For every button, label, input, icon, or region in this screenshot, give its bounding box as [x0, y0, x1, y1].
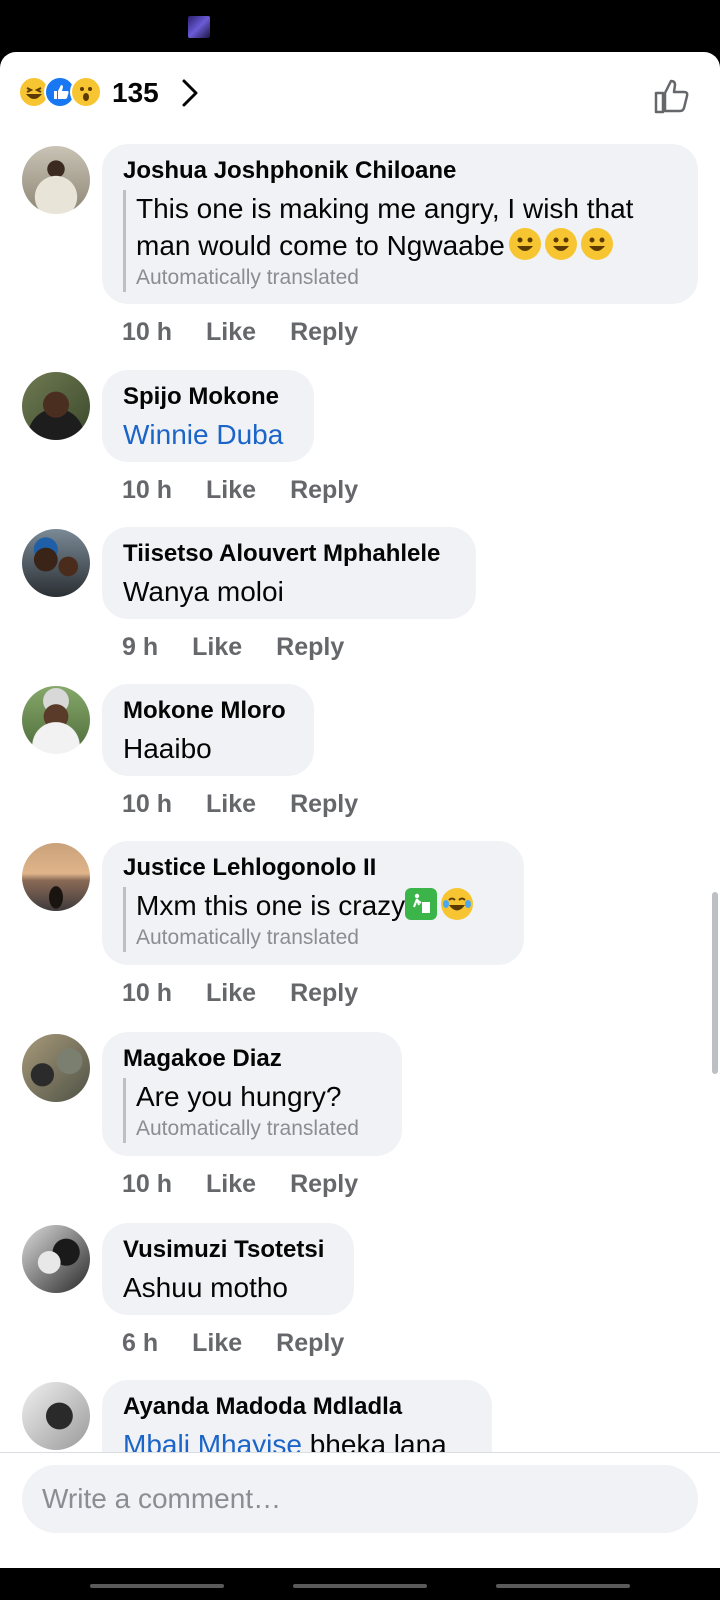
reply-button[interactable]: Reply [290, 979, 358, 1007]
comment-bubble[interactable]: Spijo Mokone Winnie Duba [102, 370, 314, 462]
comment-time: 10 h [122, 979, 173, 1007]
reply-button[interactable]: Reply [290, 1170, 358, 1198]
comment-bubble[interactable]: Vusimuzi Tsotetsi Ashuu motho [102, 1223, 354, 1315]
comment-author[interactable]: Mokone Mloro [123, 696, 294, 726]
nav-home-handle[interactable] [293, 1584, 427, 1588]
translation-note[interactable]: Automatically translated [136, 924, 504, 952]
avatar[interactable] [22, 1034, 90, 1102]
wow-icon [70, 76, 102, 108]
like-button[interactable]: Like [206, 318, 256, 346]
translation-note[interactable]: Automatically translated [136, 1115, 382, 1143]
comment-text: Mxm this one is crazy [136, 887, 504, 924]
like-post-icon[interactable] [652, 76, 692, 116]
like-button[interactable]: Like [192, 1329, 242, 1357]
translation-note[interactable]: Automatically translated [136, 264, 678, 292]
tears-of-joy-emoji [441, 888, 474, 920]
comment-actions: 10 h Like Reply [122, 977, 392, 1009]
comments-sheet: 135 Joshua Joshphonik Chiloane This one … [0, 52, 720, 1568]
comment-author[interactable]: Justice Lehlogonolo II [123, 853, 504, 883]
translated-block: Are you hungry? Automatically translated [123, 1078, 382, 1143]
avatar[interactable] [22, 843, 90, 911]
reply-button[interactable]: Reply [290, 318, 358, 346]
comment-bubble[interactable]: Tiisetso Alouvert Mphahlele Wanya moloi [102, 527, 476, 619]
status-bar [0, 0, 720, 52]
comment-time: 6 h [122, 1329, 159, 1357]
nav-back-handle[interactable] [496, 1584, 630, 1588]
avatar[interactable] [22, 146, 90, 214]
like-button[interactable]: Like [206, 1170, 256, 1198]
comment-bubble[interactable]: Mokone Mloro Haaibo [102, 684, 314, 776]
comment-text: Haaibo [123, 733, 212, 764]
avatar[interactable] [22, 529, 90, 597]
avatar[interactable] [22, 372, 90, 440]
comment-time: 10 h [122, 1170, 173, 1198]
comment-author[interactable]: Joshua Joshphonik Chiloane [123, 156, 678, 186]
comment-time: 10 h [122, 318, 173, 346]
translated-block: This one is making me angry, I wish that… [123, 190, 678, 292]
scrollbar[interactable] [712, 892, 718, 1074]
comment-author[interactable]: Tiisetso Alouvert Mphahlele [123, 539, 456, 569]
comment-bubble[interactable]: Justice Lehlogonolo II Mxm this one is c… [102, 841, 524, 965]
avatar[interactable] [22, 1225, 90, 1293]
comment-actions: 9 h Like Reply [122, 631, 378, 663]
comment-text-content: Mxm this one is crazy [136, 890, 406, 921]
translated-block: Mxm this one is crazy Automatically tran… [123, 887, 504, 952]
comment-actions: 6 h Like Reply [122, 1327, 378, 1359]
comment-time: 10 h [122, 476, 173, 504]
comment-author[interactable]: Vusimuzi Tsotetsi [123, 1235, 334, 1265]
comment-bubble[interactable]: Magakoe Diaz Are you hungry? Automatical… [102, 1032, 402, 1156]
litter-bin-emoji [405, 888, 438, 920]
comment-author[interactable]: Spijo Mokone [123, 382, 294, 412]
like-button[interactable]: Like [206, 476, 256, 504]
comment-time: 9 h [122, 633, 159, 661]
grinning-emoji [580, 228, 613, 260]
comment-actions: 10 h Like Reply [122, 316, 392, 348]
reply-button[interactable]: Reply [276, 1329, 344, 1357]
avatar[interactable] [22, 1382, 90, 1450]
nav-recents-handle[interactable] [90, 1584, 224, 1588]
reply-button[interactable]: Reply [290, 476, 358, 504]
mention-link[interactable]: Winnie Duba [123, 419, 283, 450]
comment-text: Are you hungry? [136, 1081, 342, 1112]
comment-text: Ashuu motho [123, 1272, 288, 1303]
comment-text: Winnie Duba [123, 416, 294, 453]
comment-author[interactable]: Ayanda Madoda Mdladla [123, 1392, 472, 1422]
comment-bubble[interactable]: Joshua Joshphonik Chiloane This one is m… [102, 144, 698, 304]
reaction-icons [18, 76, 108, 110]
grinning-emoji [508, 228, 541, 260]
reaction-count: 135 [112, 77, 159, 108]
comment-time: 10 h [122, 790, 173, 818]
comment-author[interactable]: Magakoe Diaz [123, 1044, 382, 1074]
system-nav-bar [0, 1568, 720, 1600]
reply-button[interactable]: Reply [276, 633, 344, 661]
comment-text: This one is making me angry, I wish that… [136, 190, 678, 264]
comment-actions: 10 h Like Reply [122, 474, 392, 506]
reply-button[interactable]: Reply [290, 790, 358, 818]
like-button[interactable]: Like [206, 979, 256, 1007]
avatar[interactable] [22, 686, 90, 754]
notification-icon [188, 16, 210, 38]
like-button[interactable]: Like [206, 790, 256, 818]
grinning-emoji [544, 228, 577, 260]
comment-actions: 10 h Like Reply [122, 788, 392, 820]
reactions-header[interactable]: 135 [0, 52, 720, 134]
chevron-right-icon [182, 79, 198, 107]
comment-input[interactable] [22, 1465, 698, 1533]
comment-actions: 10 h Like Reply [122, 1168, 392, 1200]
like-button[interactable]: Like [192, 633, 242, 661]
comment-text: Wanya moloi [123, 576, 284, 607]
comment-composer [0, 1452, 720, 1568]
